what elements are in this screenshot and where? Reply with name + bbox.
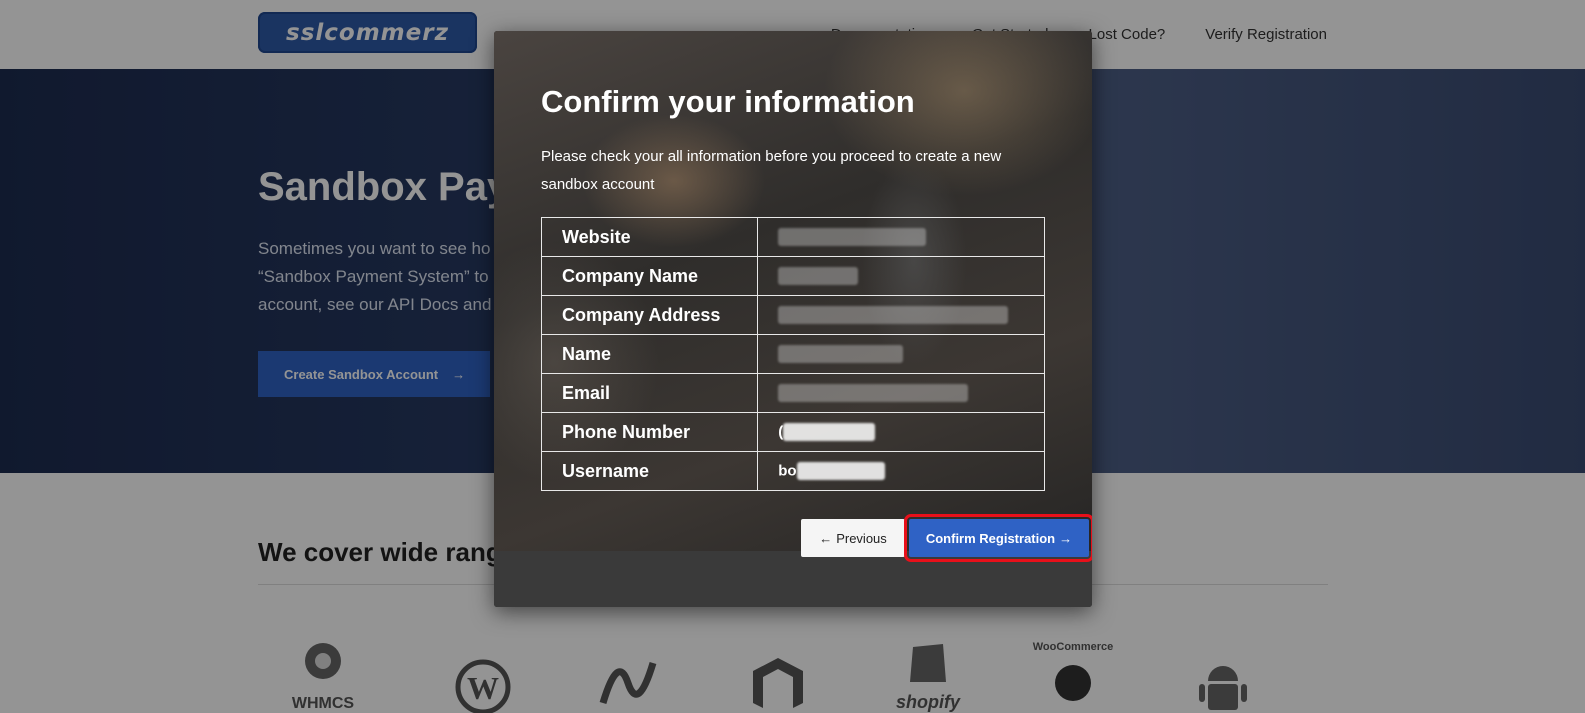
confirm-information-modal: Confirm your information Please check yo… xyxy=(494,31,1092,607)
modal-subtitle: Please check your all information before… xyxy=(541,148,1002,193)
table-row: Username bo xyxy=(540,451,1045,491)
table-row: Email xyxy=(540,373,1045,413)
arrow-right-icon: → xyxy=(1059,530,1073,546)
previous-button[interactable]: ← Previous xyxy=(801,519,905,557)
username-visible-text: bo xyxy=(778,462,797,480)
confirm-registration-button[interactable]: Confirm Registration → xyxy=(904,514,1092,562)
row-value-phone-number: ( xyxy=(757,412,1045,452)
redacted-value xyxy=(778,383,969,402)
table-row: Name xyxy=(540,334,1045,374)
row-value-company-address xyxy=(757,295,1045,335)
modal-title: Confirm your information xyxy=(541,84,915,119)
row-label-website: Website xyxy=(540,217,759,257)
row-value-company-name xyxy=(757,256,1045,296)
redacted-value xyxy=(778,266,859,285)
table-row: Company Name xyxy=(540,256,1045,296)
row-label-phone-number: Phone Number xyxy=(540,412,759,452)
row-label-company-address: Company Address xyxy=(540,295,759,335)
redacted-value xyxy=(778,227,927,246)
redacted-value xyxy=(783,422,876,441)
row-label-username: Username xyxy=(540,451,759,491)
row-value-username: bo xyxy=(757,451,1045,491)
row-value-name xyxy=(757,334,1045,374)
confirm-registration-label: Confirm Registration xyxy=(925,530,1056,546)
redacted-value xyxy=(778,305,1009,324)
previous-button-label: Previous xyxy=(836,530,887,546)
row-value-email xyxy=(757,373,1045,413)
information-table: Website Company Name Company Address Nam… xyxy=(540,217,1045,491)
row-value-website xyxy=(757,217,1045,257)
row-label-company-name: Company Name xyxy=(540,256,759,296)
modal-footer-area xyxy=(494,551,1092,607)
table-row: Website xyxy=(540,217,1045,257)
table-row: Company Address xyxy=(540,295,1045,335)
row-label-email: Email xyxy=(540,373,759,413)
arrow-left-icon: ← xyxy=(819,530,833,546)
redacted-value xyxy=(778,344,904,363)
table-row: Phone Number ( xyxy=(540,412,1045,452)
redacted-value xyxy=(796,461,885,480)
row-label-name: Name xyxy=(540,334,759,374)
